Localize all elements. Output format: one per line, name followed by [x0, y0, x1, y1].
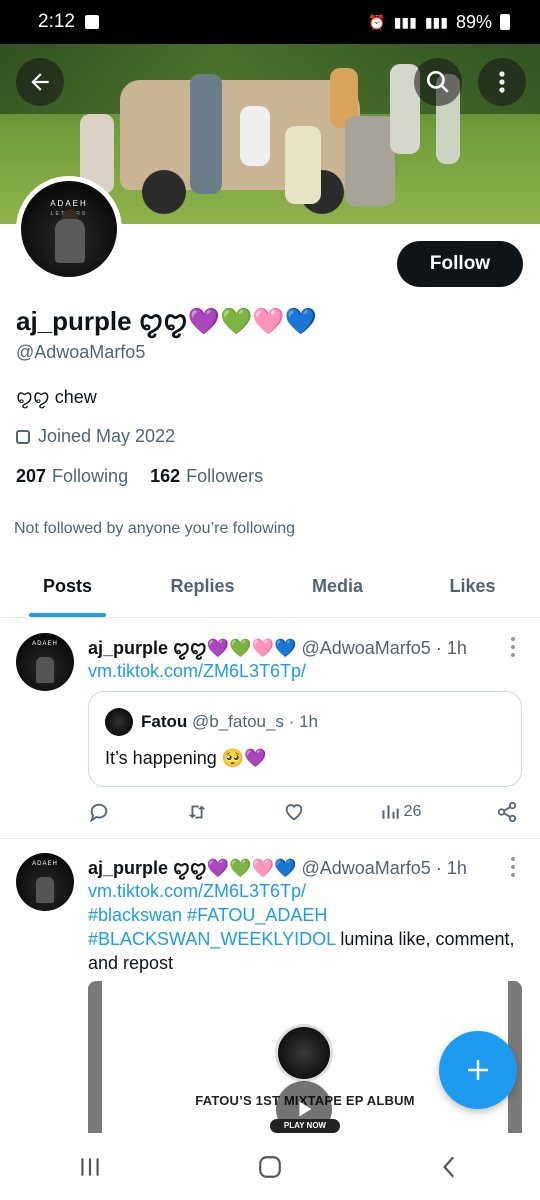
play-icon: [299, 1101, 312, 1117]
share-button[interactable]: [496, 801, 518, 823]
tweet-link[interactable]: vm.tiktok.com/ZM6L3T6Tp/: [88, 879, 524, 903]
views-button[interactable]: 26: [380, 802, 422, 822]
battery-percent: 89%: [455, 11, 492, 32]
following-count: 207: [16, 466, 47, 486]
tweet-actions: 26: [88, 797, 518, 827]
signal-icon: ▮▮▮: [393, 13, 417, 30]
plus-icon: [468, 1060, 488, 1080]
followers-label: Followers: [186, 466, 264, 486]
repost-button[interactable]: [185, 801, 209, 823]
calendar-icon: [16, 429, 30, 444]
tab-posts[interactable]: Posts: [0, 556, 135, 617]
tweet-avatar[interactable]: ADAEH: [16, 853, 74, 911]
quote-tweet[interactable]: Fatou @b_fatou_s · 1h It’s happening 🥺💜: [88, 691, 522, 787]
followers-link[interactable]: 162 Followers: [150, 466, 263, 487]
arrow-left-icon: [31, 73, 49, 91]
like-button[interactable]: [283, 801, 305, 823]
search-icon: [426, 70, 449, 93]
play-now-label: PLAY NOW: [270, 1119, 340, 1133]
clock: 2:12: [38, 11, 75, 32]
joined-date: Joined May 2022: [16, 426, 175, 447]
recent-apps-icon[interactable]: [77, 1154, 103, 1180]
follow-stats: 207 Following 162 Followers: [16, 466, 263, 487]
following-label: Following: [52, 466, 129, 486]
views-icon: [382, 805, 399, 819]
signal-icon-2: ▮▮▮: [424, 13, 448, 30]
notification-icon: [84, 15, 99, 29]
tab-likes[interactable]: Likes: [405, 556, 540, 617]
tweet-more-button[interactable]: [510, 637, 516, 657]
tweet-header: aj_purple ꨄ︎ꨄ︎💜💚🩷💙 @AdwoaMarfo5 · 1h: [88, 855, 467, 881]
back-button[interactable]: [16, 58, 64, 106]
tweet-body: vm.tiktok.com/ZM6L3T6Tp/ #blackswan #FAT…: [88, 879, 524, 975]
avatar-text: ADAEH: [50, 199, 88, 208]
tweet-text-line: and repost: [88, 953, 174, 973]
system-nav-bar: [0, 1133, 540, 1200]
tweet-time: · 1h: [435, 638, 467, 658]
more-vertical-icon: [499, 71, 505, 93]
quote-header: Fatou @b_fatou_s · 1h: [141, 712, 318, 732]
tweet-more-button[interactable]: [510, 857, 516, 877]
media-thumbnail: [275, 1024, 333, 1082]
share-icon: [497, 801, 517, 823]
compose-button[interactable]: [439, 1031, 517, 1109]
tweet-hashtags[interactable]: #blackswan #FATOU_ADAEH: [88, 903, 524, 927]
repost-icon: [188, 805, 205, 819]
tab-media[interactable]: Media: [270, 556, 405, 617]
tweet-handle: @AdwoaMarfo5: [301, 858, 431, 878]
tweet-avatar-text: ADAEH: [32, 641, 58, 647]
reply-icon: [90, 803, 108, 823]
tweet-avatar-text: ADAEH: [32, 861, 58, 867]
search-button[interactable]: [414, 58, 462, 106]
alarm-icon: ⏰: [368, 13, 386, 30]
views-count: 26: [403, 803, 422, 820]
quote-handle: @b_fatou_s: [192, 712, 284, 731]
followers-count: 162: [150, 466, 181, 486]
tweet[interactable]: ADAEH aj_purple ꨄ︎ꨄ︎💜💚🩷💙 @AdwoaMarfo5 · …: [0, 619, 540, 839]
status-bar: 2:12 ⏰ ▮▮▮ ▮▮▮ 89%: [0, 0, 540, 44]
heart-icon: [285, 804, 303, 821]
quote-author: Fatou: [141, 712, 188, 731]
tweet-handle: @AdwoaMarfo5: [301, 638, 431, 658]
user-handle: @AdwoaMarfo5: [16, 342, 146, 362]
joined-text: Joined May 2022: [38, 426, 176, 446]
back-nav-icon[interactable]: [437, 1154, 463, 1180]
reply-button[interactable]: [88, 801, 110, 823]
display-name: aj_purple ꨄ︎ꨄ︎💜💚🩷💙: [16, 306, 318, 336]
more-options-button[interactable]: [478, 58, 526, 106]
battery-icon: [500, 14, 510, 30]
quote-time: · 1h: [288, 712, 318, 731]
following-link[interactable]: 207 Following: [16, 466, 128, 487]
not-followed-note: Not followed by anyone you’re following: [14, 520, 296, 537]
tweet-header: aj_purple ꨄ︎ꨄ︎💜💚🩷💙 @AdwoaMarfo5 · 1h: [88, 635, 467, 661]
quote-text: It’s happening 🥺💜: [105, 748, 267, 768]
tweet-time: · 1h: [435, 858, 467, 878]
tweet-hashtag[interactable]: #BLACKSWAN_WEEKLYIDOL: [88, 929, 335, 949]
tweet-avatar[interactable]: ADAEH: [16, 633, 74, 691]
tweet-text: lumina like, comment,: [335, 929, 515, 949]
tweet-author[interactable]: aj_purple ꨄ︎ꨄ︎💜💚🩷💙: [88, 638, 296, 658]
tab-replies[interactable]: Replies: [135, 556, 270, 617]
home-icon[interactable]: [257, 1154, 283, 1180]
profile-avatar[interactable]: ADAEH LETTERS: [16, 176, 122, 282]
quote-avatar: [105, 708, 133, 736]
tweet-author[interactable]: aj_purple ꨄ︎ꨄ︎💜💚🩷💙: [88, 858, 296, 878]
follow-button[interactable]: Follow: [397, 241, 523, 287]
bio: ꨄ︎ꨄ︎ chew: [16, 387, 97, 407]
tweet-link[interactable]: vm.tiktok.com/ZM6L3T6Tp/: [88, 659, 524, 683]
profile-tabs: Posts Replies Media Likes: [0, 556, 540, 618]
